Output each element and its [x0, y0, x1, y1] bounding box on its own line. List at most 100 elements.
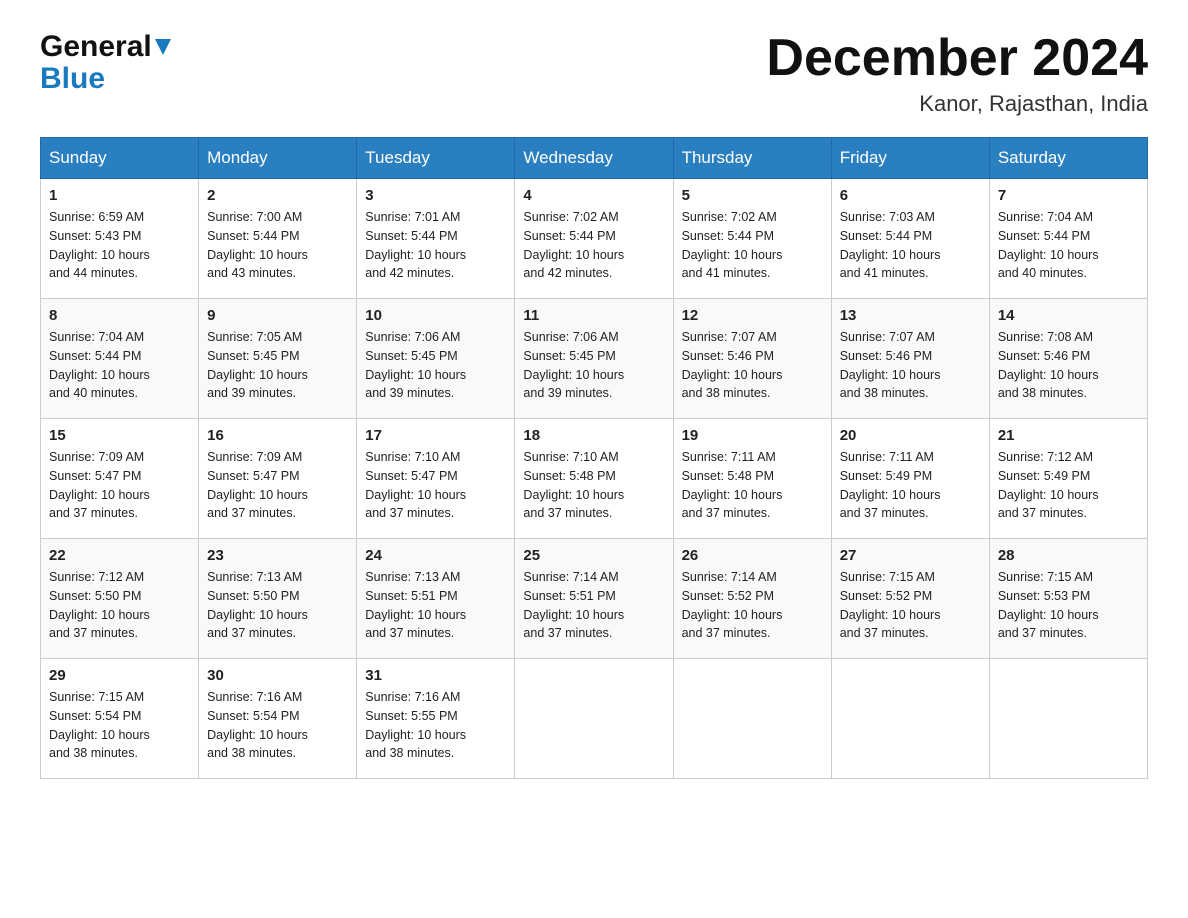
day-info: Sunrise: 7:07 AMSunset: 5:46 PMDaylight:…: [840, 328, 981, 403]
day-number: 17: [365, 427, 506, 444]
day-info: Sunrise: 7:05 AMSunset: 5:45 PMDaylight:…: [207, 328, 348, 403]
calendar-cell: [515, 659, 673, 779]
day-info: Sunrise: 7:01 AMSunset: 5:44 PMDaylight:…: [365, 208, 506, 283]
calendar-cell: 25Sunrise: 7:14 AMSunset: 5:51 PMDayligh…: [515, 539, 673, 659]
calendar-cell: 17 Sunrise: 7:10 AMSunset: 5:47 PMDayligh…: [357, 419, 515, 539]
day-number: 16: [207, 427, 348, 444]
calendar-cell: 6 Sunrise: 7:03 AMSunset: 5:44 PMDaylight…: [831, 179, 989, 299]
day-number: 1: [49, 187, 190, 204]
calendar-cell: 11Sunrise: 7:06 AMSunset: 5:45 PMDayligh…: [515, 299, 673, 419]
day-info: Sunrise: 7:15 AMSunset: 5:52 PMDaylight:…: [840, 568, 981, 643]
logo-general-text: General: [40, 30, 152, 64]
day-info: Sunrise: 7:06 AMSunset: 5:45 PMDaylight:…: [365, 328, 506, 403]
calendar-cell: 28Sunrise: 7:15 AMSunset: 5:53 PMDayligh…: [989, 539, 1147, 659]
calendar-cell: 12 Sunrise: 7:07 AMSunset: 5:46 PMDayligh…: [673, 299, 831, 419]
calendar-cell: 27 Sunrise: 7:15 AMSunset: 5:52 PMDayligh…: [831, 539, 989, 659]
calendar-cell: 7Sunrise: 7:04 AMSunset: 5:44 PMDaylight…: [989, 179, 1147, 299]
page-header: General Blue December 2024 Kanor, Rajast…: [40, 30, 1148, 117]
header-sunday: Sunday: [41, 138, 199, 179]
month-title: December 2024: [766, 30, 1148, 87]
day-info: Sunrise: 7:13 AMSunset: 5:51 PMDaylight:…: [365, 568, 506, 643]
day-info: Sunrise: 6:59 AMSunset: 5:43 PMDaylight:…: [49, 208, 190, 283]
day-number: 14: [998, 307, 1139, 324]
calendar-cell: 30 Sunrise: 7:16 AMSunset: 5:54 PMDayligh…: [199, 659, 357, 779]
logo-blue-text: Blue: [40, 64, 105, 94]
title-section: December 2024 Kanor, Rajasthan, India: [766, 30, 1148, 117]
location: Kanor, Rajasthan, India: [766, 91, 1148, 117]
day-number: 4: [523, 187, 664, 204]
calendar-cell: [673, 659, 831, 779]
day-number: 12: [682, 307, 823, 324]
day-number: 30: [207, 667, 348, 684]
calendar-week-2: 8Sunrise: 7:04 AMSunset: 5:44 PMDaylight…: [41, 299, 1148, 419]
day-number: 29: [49, 667, 190, 684]
calendar-cell: 18Sunrise: 7:10 AMSunset: 5:48 PMDayligh…: [515, 419, 673, 539]
day-info: Sunrise: 7:02 AMSunset: 5:44 PMDaylight:…: [523, 208, 664, 283]
calendar-week-4: 22 Sunrise: 7:12 AMSunset: 5:50 PMDayligh…: [41, 539, 1148, 659]
day-number: 23: [207, 547, 348, 564]
logo: General Blue: [40, 30, 171, 94]
calendar-cell: 13 Sunrise: 7:07 AMSunset: 5:46 PMDayligh…: [831, 299, 989, 419]
calendar-cell: 14Sunrise: 7:08 AMSunset: 5:46 PMDayligh…: [989, 299, 1147, 419]
calendar-cell: 1 Sunrise: 6:59 AMSunset: 5:43 PMDaylight…: [41, 179, 199, 299]
calendar-cell: 4 Sunrise: 7:02 AMSunset: 5:44 PMDaylight…: [515, 179, 673, 299]
day-number: 8: [49, 307, 190, 324]
day-number: 5: [682, 187, 823, 204]
logo-line: General: [40, 30, 171, 64]
calendar-cell: [989, 659, 1147, 779]
day-number: 13: [840, 307, 981, 324]
day-info: Sunrise: 7:09 AMSunset: 5:47 PMDaylight:…: [49, 448, 190, 523]
header-monday: Monday: [199, 138, 357, 179]
calendar-week-1: 1 Sunrise: 6:59 AMSunset: 5:43 PMDaylight…: [41, 179, 1148, 299]
calendar-cell: [831, 659, 989, 779]
day-info: Sunrise: 7:10 AMSunset: 5:47 PMDaylight:…: [365, 448, 506, 523]
calendar-week-3: 15 Sunrise: 7:09 AMSunset: 5:47 PMDayligh…: [41, 419, 1148, 539]
day-number: 27: [840, 547, 981, 564]
day-number: 7: [998, 187, 1139, 204]
day-number: 24: [365, 547, 506, 564]
day-number: 21: [998, 427, 1139, 444]
day-number: 6: [840, 187, 981, 204]
day-info: Sunrise: 7:15 AMSunset: 5:54 PMDaylight:…: [49, 688, 190, 763]
day-info: Sunrise: 7:14 AMSunset: 5:52 PMDaylight:…: [682, 568, 823, 643]
day-number: 26: [682, 547, 823, 564]
calendar-table: SundayMondayTuesdayWednesdayThursdayFrid…: [40, 137, 1148, 779]
calendar-cell: 8Sunrise: 7:04 AMSunset: 5:44 PMDaylight…: [41, 299, 199, 419]
day-info: Sunrise: 7:03 AMSunset: 5:44 PMDaylight:…: [840, 208, 981, 283]
day-number: 22: [49, 547, 190, 564]
calendar-cell: 29 Sunrise: 7:15 AMSunset: 5:54 PMDayligh…: [41, 659, 199, 779]
calendar-cell: 16Sunrise: 7:09 AMSunset: 5:47 PMDayligh…: [199, 419, 357, 539]
header-tuesday: Tuesday: [357, 138, 515, 179]
calendar-cell: 19Sunrise: 7:11 AMSunset: 5:48 PMDayligh…: [673, 419, 831, 539]
day-info: Sunrise: 7:12 AMSunset: 5:50 PMDaylight:…: [49, 568, 190, 643]
day-number: 25: [523, 547, 664, 564]
day-number: 2: [207, 187, 348, 204]
day-info: Sunrise: 7:11 AMSunset: 5:49 PMDaylight:…: [840, 448, 981, 523]
day-number: 19: [682, 427, 823, 444]
calendar-cell: 3 Sunrise: 7:01 AMSunset: 5:44 PMDaylight…: [357, 179, 515, 299]
calendar-week-5: 29 Sunrise: 7:15 AMSunset: 5:54 PMDayligh…: [41, 659, 1148, 779]
day-info: Sunrise: 7:15 AMSunset: 5:53 PMDaylight:…: [998, 568, 1139, 643]
calendar-cell: 15 Sunrise: 7:09 AMSunset: 5:47 PMDayligh…: [41, 419, 199, 539]
day-info: Sunrise: 7:16 AMSunset: 5:54 PMDaylight:…: [207, 688, 348, 763]
header-saturday: Saturday: [989, 138, 1147, 179]
day-number: 3: [365, 187, 506, 204]
day-number: 11: [523, 307, 664, 324]
header-wednesday: Wednesday: [515, 138, 673, 179]
calendar-cell: 22 Sunrise: 7:12 AMSunset: 5:50 PMDayligh…: [41, 539, 199, 659]
calendar-cell: 24 Sunrise: 7:13 AMSunset: 5:51 PMDayligh…: [357, 539, 515, 659]
calendar-cell: 26 Sunrise: 7:14 AMSunset: 5:52 PMDayligh…: [673, 539, 831, 659]
calendar-cell: 10Sunrise: 7:06 AMSunset: 5:45 PMDayligh…: [357, 299, 515, 419]
calendar-cell: 20 Sunrise: 7:11 AMSunset: 5:49 PMDayligh…: [831, 419, 989, 539]
day-number: 31: [365, 667, 506, 684]
day-info: Sunrise: 7:13 AMSunset: 5:50 PMDaylight:…: [207, 568, 348, 643]
logo-triangle-icon: [155, 39, 171, 60]
day-info: Sunrise: 7:07 AMSunset: 5:46 PMDaylight:…: [682, 328, 823, 403]
day-info: Sunrise: 7:10 AMSunset: 5:48 PMDaylight:…: [523, 448, 664, 523]
day-number: 15: [49, 427, 190, 444]
header-thursday: Thursday: [673, 138, 831, 179]
calendar-cell: 9Sunrise: 7:05 AMSunset: 5:45 PMDaylight…: [199, 299, 357, 419]
calendar-cell: 5Sunrise: 7:02 AMSunset: 5:44 PMDaylight…: [673, 179, 831, 299]
day-number: 20: [840, 427, 981, 444]
calendar-header-row: SundayMondayTuesdayWednesdayThursdayFrid…: [41, 138, 1148, 179]
